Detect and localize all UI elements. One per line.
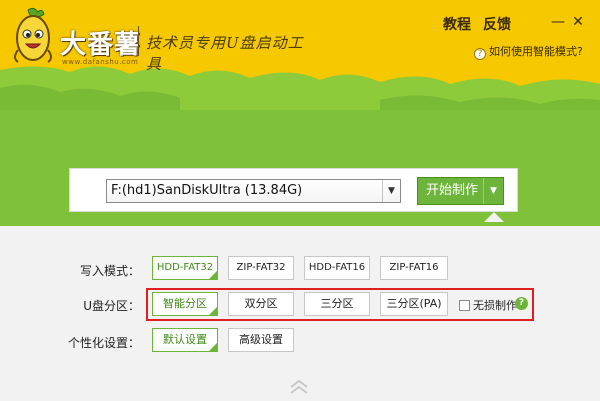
write-mode-label: 写入模式：	[79, 264, 140, 278]
dropdown-arrow-icon[interactable]: ▼	[382, 180, 400, 202]
partition-smart[interactable]: 智能分区	[152, 292, 218, 316]
write-mode-zip-fat32[interactable]: ZIP-FAT32	[228, 256, 294, 280]
start-button[interactable]: 开始制作 ▼	[417, 177, 504, 205]
help-icon[interactable]: ?	[515, 297, 528, 310]
write-mode-hdd-fat32[interactable]: HDD-FAT32	[152, 256, 218, 280]
close-icon[interactable]: ✕	[568, 14, 588, 30]
question-icon: ?	[474, 48, 486, 60]
partition-triple-pa[interactable]: 三分区(PA)	[380, 292, 448, 316]
lossless-checkbox[interactable]: 无损制作	[459, 297, 517, 313]
lossless-checkbox-box[interactable]	[459, 300, 470, 311]
chevron-up-icon[interactable]	[287, 378, 311, 396]
brand-slogan: 技术员专用U盘启动工具	[146, 34, 304, 73]
personalize-advanced[interactable]: 高级设置	[228, 328, 294, 352]
smart-mode-label: 如何使用智能模式?	[489, 45, 583, 58]
partition-label: U盘分区：	[83, 299, 140, 313]
brand-url: www.dafanshu.com	[62, 58, 139, 66]
sweet-potato-mascot-icon	[14, 7, 52, 63]
write-mode-zip-fat16[interactable]: ZIP-FAT16	[380, 256, 448, 280]
device-select[interactable]: F:(hd1)SanDiskUltra (13.84G) ▼	[106, 179, 401, 203]
lossless-label: 无损制作	[473, 299, 517, 312]
start-options-caret-icon[interactable]: ▼	[483, 178, 503, 204]
feedback-link[interactable]: 反馈	[483, 17, 511, 33]
smart-mode-help-link[interactable]: ? 如何使用智能模式?	[474, 43, 583, 60]
tutorial-link[interactable]: 教程	[443, 17, 471, 33]
start-button-label: 开始制作	[426, 183, 479, 198]
personalize-default[interactable]: 默认设置	[152, 328, 218, 352]
brand-divider	[138, 26, 139, 56]
top-links: 教程 反馈	[443, 14, 523, 34]
minimize-icon[interactable]: —	[548, 14, 568, 30]
device-panel: F:(hd1)SanDiskUltra (13.84G) ▼ 开始制作 ▼	[69, 168, 518, 212]
partition-dual[interactable]: 双分区	[228, 292, 294, 316]
personalize-label: 个性化设置：	[67, 336, 140, 350]
panel-notch	[484, 212, 504, 222]
brand-name: 大番薯	[60, 30, 142, 60]
partition-triple[interactable]: 三分区	[304, 292, 370, 316]
window-controls: — ✕	[548, 14, 588, 30]
brand-logo: 大番薯 www.dafanshu.com 技术员专用U盘启动工具	[8, 6, 308, 73]
write-mode-hdd-fat16[interactable]: HDD-FAT16	[304, 256, 370, 280]
device-select-value: F:(hd1)SanDiskUltra (13.84G)	[111, 183, 303, 198]
